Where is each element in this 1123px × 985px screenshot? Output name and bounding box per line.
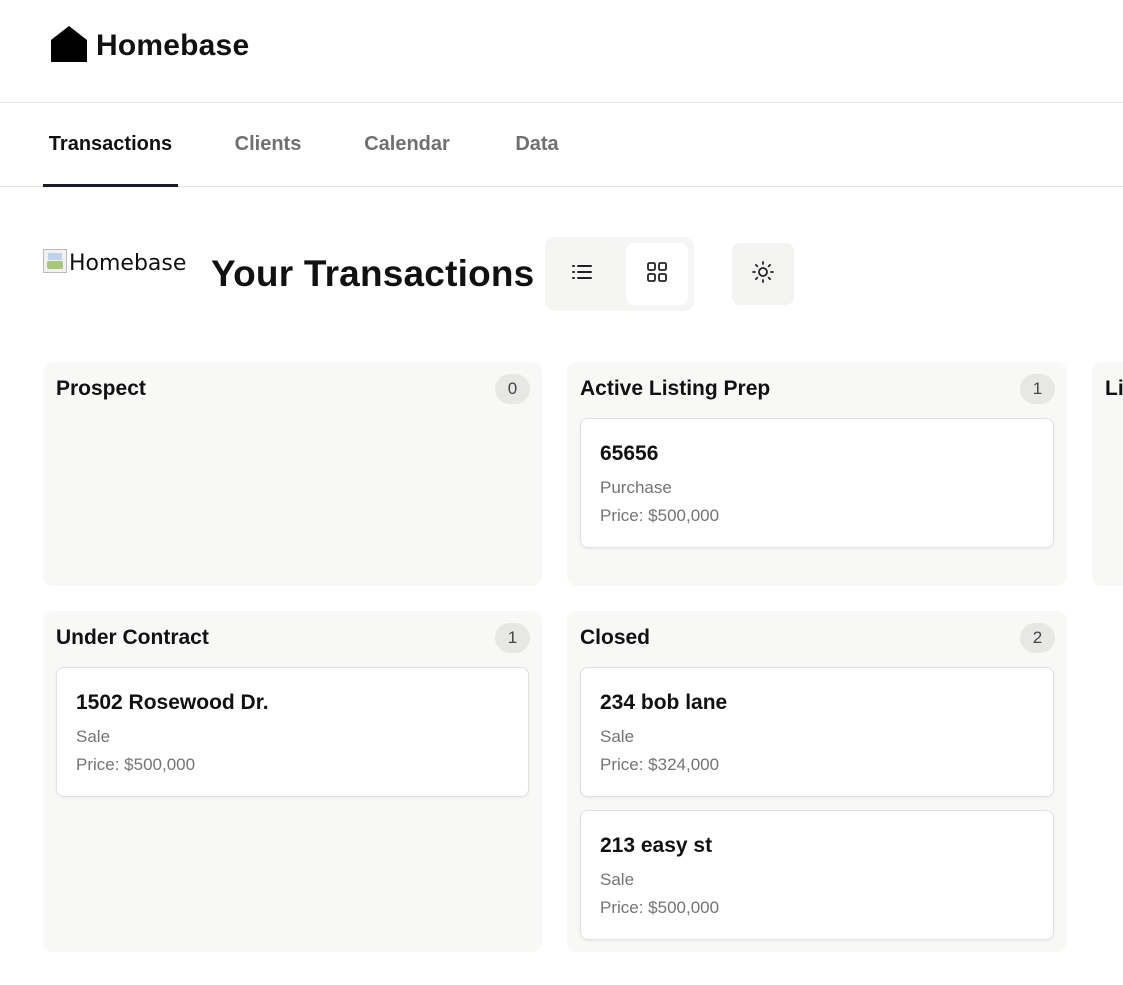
column-title: Li xyxy=(1105,377,1123,400)
column-active-listing-prep: Active Listing Prep 1 65656 Purchase Pri… xyxy=(567,362,1067,586)
transaction-card[interactable]: 234 bob lane Sale Price: $324,000 xyxy=(580,667,1054,797)
view-mode-toggle xyxy=(545,237,694,311)
grid-view-button[interactable] xyxy=(626,243,688,305)
transaction-card[interactable]: 65656 Purchase Price: $500,000 xyxy=(580,418,1054,548)
card-price: Price: $324,000 xyxy=(600,755,720,774)
card-price: Price: $500,000 xyxy=(600,506,720,525)
main-tabs: Transactions Clients Calendar Data xyxy=(0,103,1123,187)
tab-transactions[interactable]: Transactions xyxy=(43,103,178,187)
card-type: Sale xyxy=(76,727,111,746)
column-under-contract: Under Contract 1 1502 Rosewood Dr. Sale … xyxy=(43,611,542,952)
column-live: Li xyxy=(1092,362,1123,586)
tab-clients[interactable]: Clients xyxy=(228,103,308,186)
column-count-badge: 0 xyxy=(495,374,530,404)
brand-name: Homebase xyxy=(96,29,250,62)
page-title: Your Transactions xyxy=(211,253,535,294)
logo-alt-text: Homebase xyxy=(69,251,187,276)
column-count-badge: 1 xyxy=(495,623,530,653)
column-title: Prospect xyxy=(56,377,146,400)
list-view-icon xyxy=(570,260,594,289)
column-prospect: Prospect 0 xyxy=(43,362,542,586)
card-price: Price: $500,000 xyxy=(600,898,720,917)
card-title: 213 easy st xyxy=(600,834,713,857)
card-type: Sale xyxy=(600,870,635,889)
column-count-badge: 1 xyxy=(1020,374,1055,404)
page: Homebase Transactions Clients Calendar D… xyxy=(0,0,1123,985)
broken-image-icon xyxy=(43,249,67,273)
tab-data[interactable]: Data xyxy=(507,103,567,186)
list-view-button[interactable] xyxy=(551,243,613,305)
sun-icon xyxy=(751,260,775,289)
grid-view-icon xyxy=(645,260,669,289)
brand-link[interactable]: Homebase xyxy=(50,25,250,68)
theme-toggle-button[interactable] xyxy=(732,243,794,305)
top-bar: Homebase xyxy=(0,0,1123,103)
column-closed: Closed 2 234 bob lane Sale Price: $324,0… xyxy=(567,611,1067,952)
card-title: 65656 xyxy=(600,442,659,465)
card-type: Purchase xyxy=(600,478,672,497)
column-count-badge: 2 xyxy=(1020,623,1055,653)
tab-calendar[interactable]: Calendar xyxy=(357,103,457,186)
card-type: Sale xyxy=(600,727,635,746)
column-title: Active Listing Prep xyxy=(580,377,771,400)
card-title: 1502 Rosewood Dr. xyxy=(76,691,269,714)
card-price: Price: $500,000 xyxy=(76,755,196,774)
broken-logo-image: Homebase xyxy=(43,249,187,276)
column-title: Closed xyxy=(580,626,651,649)
house-icon xyxy=(50,25,88,68)
transaction-card[interactable]: 213 easy st Sale Price: $500,000 xyxy=(580,810,1054,940)
card-title: 234 bob lane xyxy=(600,691,728,714)
column-title: Under Contract xyxy=(56,626,209,649)
transaction-card[interactable]: 1502 Rosewood Dr. Sale Price: $500,000 xyxy=(56,667,529,797)
